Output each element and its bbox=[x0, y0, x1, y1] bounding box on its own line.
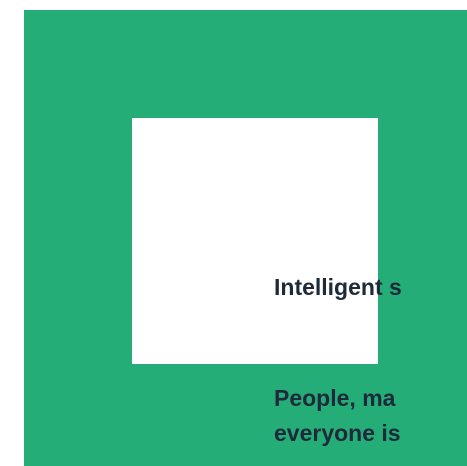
hero-image-placeholder bbox=[132, 118, 378, 364]
hero-body-line-1: People, ma bbox=[274, 385, 396, 411]
hero-heading: Intelligent s bbox=[274, 274, 402, 300]
hero-body-text: People, ma everyone is bbox=[274, 381, 467, 451]
hero-body-line-2: everyone is bbox=[274, 420, 401, 446]
hero-panel: Intelligent s People, ma everyone is bbox=[24, 10, 467, 466]
page: Intelligent s People, ma everyone is bbox=[0, 0, 467, 466]
